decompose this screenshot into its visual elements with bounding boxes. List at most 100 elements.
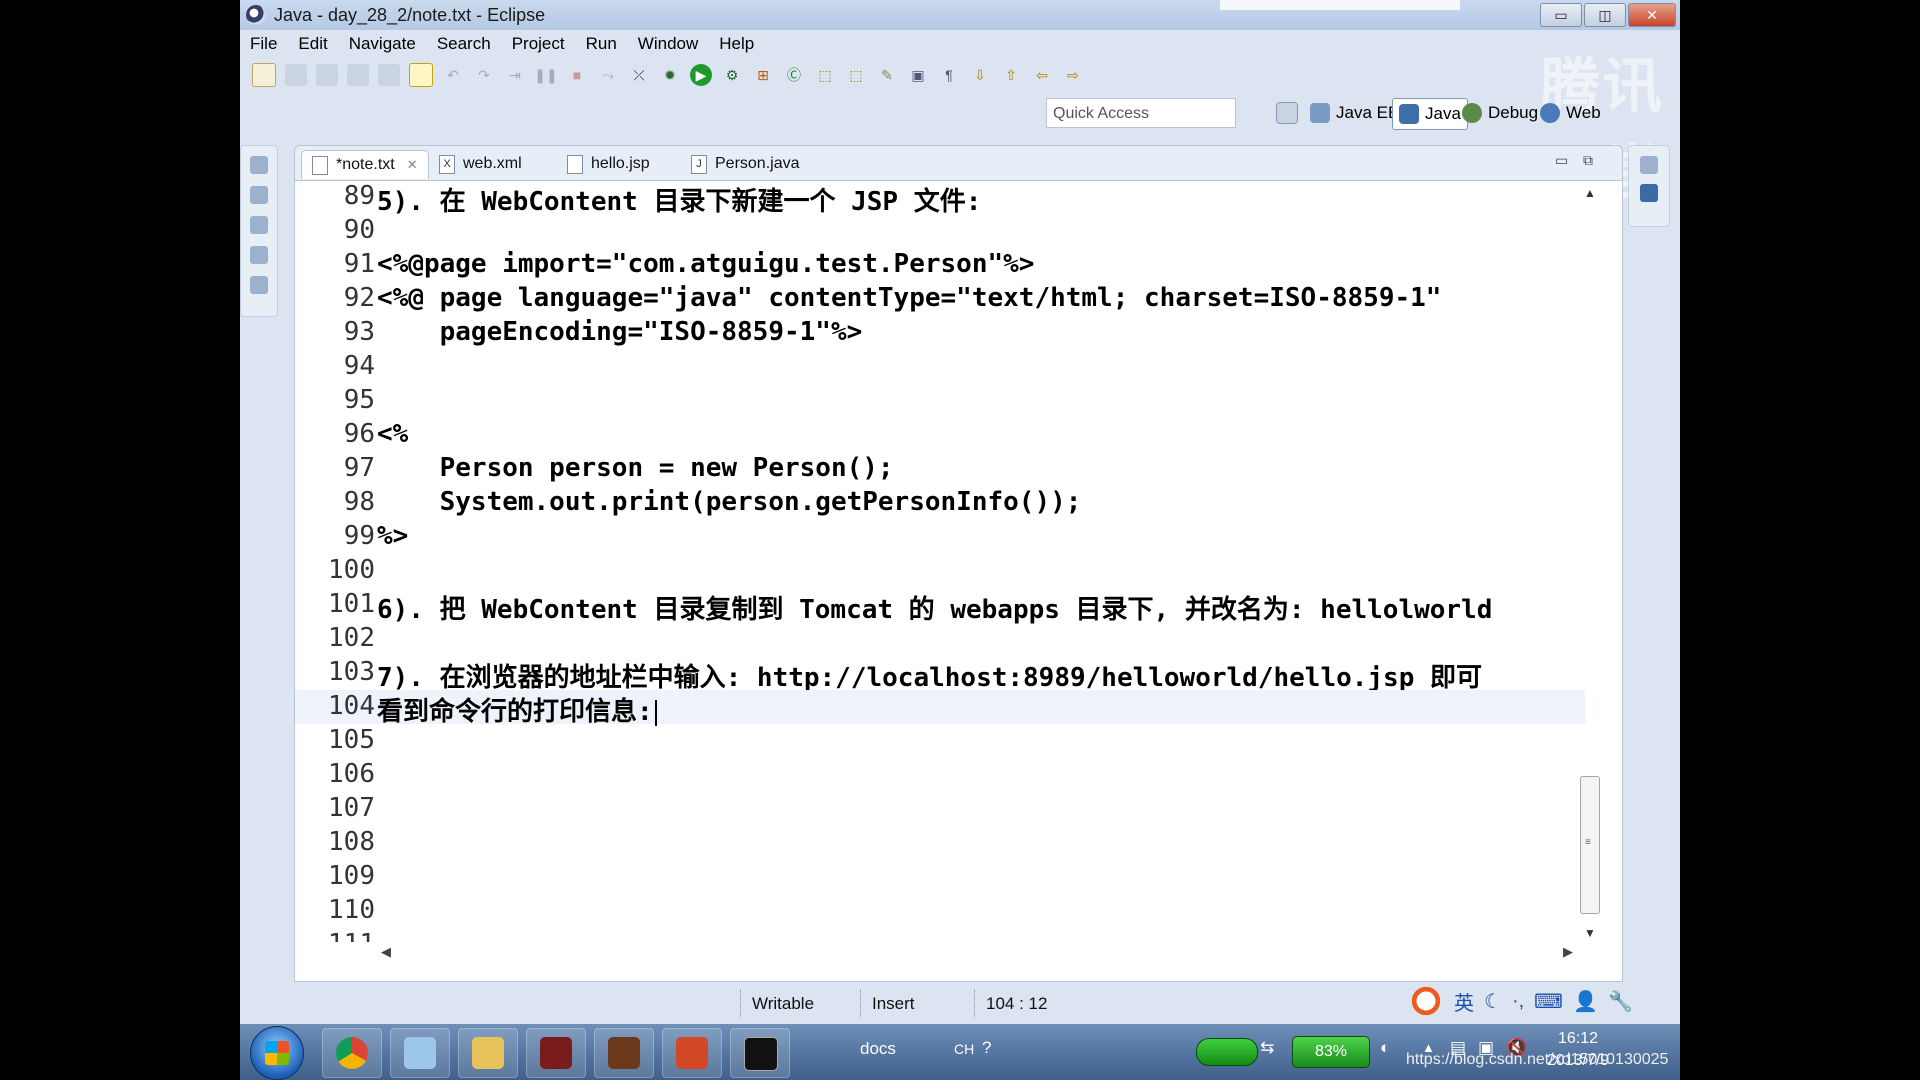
code-line[interactable]: 90 [295,214,1585,248]
disconnect-icon[interactable]: ⤳ [597,64,619,86]
restore-right-icon[interactable] [1640,156,1658,174]
scroll-thumb[interactable]: ≡ [1580,776,1600,914]
taskbar-chrome[interactable] [322,1028,382,1078]
perspective-java[interactable]: Java [1392,98,1468,130]
tab-web-xml[interactable]: X web.xml [439,150,522,178]
debug-icon[interactable]: ✹ [659,64,681,86]
input-language-label[interactable]: CH [954,1041,974,1057]
scroll-right-icon[interactable]: ▶ [1563,944,1573,960]
minimize-editor-icon[interactable]: ▭ [1555,152,1568,169]
network-share-icon[interactable]: ⇆ [1260,1038,1274,1058]
toggle-icon[interactable]: ◐ [1380,1038,1390,1058]
code-line[interactable]: 99 %> [295,520,1585,554]
outline-icon[interactable] [250,276,268,294]
user-icon[interactable]: 👤 [1573,989,1598,1014]
code-line[interactable]: 93 pageEncoding="ISO-8859-1"%> [295,316,1585,350]
close-tab-icon[interactable]: ✕ [407,157,418,173]
terminal-icon[interactable] [378,64,400,86]
code-line[interactable]: 89 5). 在 WebContent 目录下新建一个 JSP 文件: [295,180,1585,217]
menu-window[interactable]: Window [638,34,698,54]
start-button[interactable] [250,1026,304,1080]
taskbar-docs-label[interactable]: docs [860,1039,896,1059]
servers-icon[interactable] [250,246,268,264]
code-line[interactable]: 96 <% [295,418,1585,452]
forward-icon[interactable]: ⇨ [1062,64,1084,86]
tab-hello-jsp[interactable]: hello.jsp [567,150,650,178]
maximize-button[interactable]: ◫ [1584,3,1626,27]
redo-icon[interactable]: ↷ [473,64,495,86]
taskbar-cmd[interactable] [730,1028,790,1078]
skip-breakpoints-icon[interactable]: ⤫ [628,64,650,86]
minimize-button[interactable]: ▭ [1540,3,1582,27]
code-line[interactable]: 102 [295,622,1585,656]
toggle-mark-occurrences-icon[interactable] [409,63,433,87]
perspective-web[interactable]: Web [1540,98,1601,128]
restore-icon[interactable] [250,156,268,174]
code-line[interactable]: 100 [295,554,1585,588]
back-icon[interactable]: ⇦ [1031,64,1053,86]
ime-language[interactable]: 英 [1454,987,1474,1016]
help-icon[interactable]: ? [982,1038,991,1058]
tab-person-java[interactable]: J Person.java [691,150,800,178]
code-line[interactable]: 107 [295,792,1585,826]
menu-navigate[interactable]: Navigate [349,34,416,54]
code-line[interactable]: 98 System.out.print(person.getPersonInfo… [295,486,1585,520]
code-line[interactable]: 97 Person person = new Person(); [295,452,1585,486]
code-line[interactable]: 111 [295,928,1585,942]
package-explorer-icon[interactable] [250,186,268,204]
toggle-block-icon[interactable]: ▣ [907,64,929,86]
code-line[interactable]: 106 [295,758,1585,792]
scroll-up-icon[interactable]: ▲ [1584,186,1596,200]
next-annotation-icon[interactable]: ⇩ [969,64,991,86]
code-line[interactable]: 110 [295,894,1585,928]
code-line[interactable]: 95 [295,384,1585,418]
keyboard-icon[interactable]: ⌨ [1534,989,1563,1014]
run-icon[interactable]: ▶ [690,64,712,86]
new-server-icon[interactable]: ⊞ [752,64,774,86]
close-button[interactable]: ✕ [1628,3,1676,27]
code-line[interactable]: 108 [295,826,1585,860]
menu-edit[interactable]: Edit [298,34,327,54]
search-tool-icon[interactable]: ✎ [876,64,898,86]
external-tools-icon[interactable]: ⚙ [721,64,743,86]
code-line[interactable]: 101 6). 把 WebContent 目录复制到 Tomcat 的 webap… [295,588,1585,625]
taskbar-game[interactable] [594,1028,654,1078]
ime-toolbar[interactable]: 英 ☾ ·, ⌨ 👤 🔧 [1408,982,1672,1020]
menu-file[interactable]: File [250,34,277,54]
code-line[interactable]: 104 看到命令行的打印信息: [295,690,1585,727]
taskbar-powerpoint[interactable] [662,1028,722,1078]
scroll-left-icon[interactable]: ◀ [381,944,391,960]
code-line[interactable]: 103 7). 在浏览器的地址栏中输入: http://localhost:898… [295,656,1585,693]
sogou-ime-icon[interactable] [1408,986,1444,1016]
save-all-icon[interactable] [316,64,338,86]
undo-icon[interactable]: ↶ [442,64,464,86]
maximize-editor-icon[interactable]: ⧉ [1583,152,1593,169]
menu-search[interactable]: Search [437,34,491,54]
open-perspective-button[interactable] [1276,98,1298,128]
green-status-pill[interactable] [1196,1038,1258,1066]
punctuation-icon[interactable]: ·, [1512,990,1524,1013]
code-line[interactable]: 91 <%@page import="com.atguigu.test.Perso… [295,248,1585,282]
horizontal-scrollbar[interactable]: ◀ ▶ [295,942,1585,964]
taskbar-folder[interactable] [458,1028,518,1078]
prev-annotation-icon[interactable]: ⇧ [1000,64,1022,86]
code-line[interactable]: 105 [295,724,1585,758]
new-class-icon[interactable]: Ⓒ [783,64,805,86]
settings-wrench-icon[interactable]: 🔧 [1608,989,1633,1014]
open-type-icon[interactable]: ⬚ [814,64,836,86]
open-folder-icon[interactable]: ⬚ [845,64,867,86]
code-line[interactable]: 94 [295,350,1585,384]
menu-run[interactable]: Run [586,34,617,54]
code-line[interactable]: 109 [295,860,1585,894]
hierarchy-icon[interactable] [250,216,268,234]
perspective-debug[interactable]: Debug [1462,98,1538,128]
stop-icon[interactable]: ■ [566,64,588,86]
menu-help[interactable]: Help [719,34,754,54]
show-whitespace-icon[interactable]: ¶ [938,64,960,86]
tab-note-txt[interactable]: *note.txt ✕ [301,150,429,179]
task-list-icon[interactable] [1640,184,1658,202]
battery-indicator[interactable]: 83% [1292,1036,1370,1068]
menu-project[interactable]: Project [512,34,565,54]
scroll-down-icon[interactable]: ▼ [1584,926,1596,940]
new-icon[interactable] [252,63,276,87]
